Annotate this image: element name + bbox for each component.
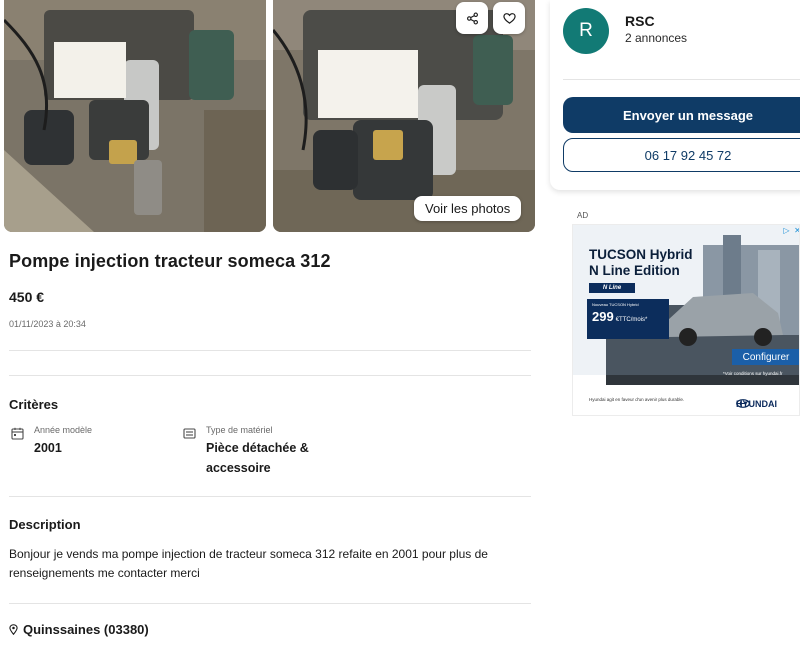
calendar-icon [11,427,24,440]
description-title: Description [9,517,81,532]
location-pin-icon [9,624,18,635]
avatar[interactable]: R [563,8,609,54]
seller-listings-count[interactable]: 2 annonces [625,31,687,45]
criteria-value: Pièce détachée & accessoire [206,441,309,475]
ad-headline: TUCSON Hybrid [589,247,693,262]
close-icon[interactable]: ✕ [793,226,799,235]
location-text: Quinssaines (03380) [23,622,149,637]
criteria-item-year: Année modèle 2001 [11,425,92,458]
list-icon [183,428,196,439]
ad-info-icon[interactable]: ▷ [782,226,791,235]
ad-brand: HYUNDAI [736,399,777,409]
phone-button[interactable]: 06 17 92 45 72 [563,138,800,172]
criteria-value: 2001 [34,441,62,455]
seller-name[interactable]: RSC [625,13,655,29]
listing-photo-1[interactable] [4,0,266,232]
criteria-title: Critères [9,397,59,412]
criteria-item-type: Type de matériel Pièce détachée & access… [183,425,326,478]
ad-headline: N Line Edition [589,263,680,278]
listing-price: 450 € [9,289,45,305]
ad-offer-price: 299 [592,309,614,324]
advertisement[interactable]: ▷ ✕ TUCSON Hybrid N Line Edition N Line … [572,224,800,416]
ad-offer-unit: €TTC/mois* [615,317,648,323]
ad-offer-caption: Nouveau TUCSON Hybrid [592,302,639,307]
ad-footer-text: Hyundai agit en faveur d'un avenir plus … [589,397,685,402]
send-message-button[interactable]: Envoyer un message [563,97,800,133]
divider [9,496,531,497]
share-button[interactable] [456,2,488,34]
ad-conditions: *Voir conditions sur hyundai.fr [723,371,783,376]
see-photos-button[interactable]: Voir les photos [414,196,522,221]
divider [9,350,531,351]
location[interactable]: Quinssaines (03380) [9,622,149,637]
description-text: Bonjour je vends ma pompe injection de t… [9,547,488,580]
criteria-label: Type de matériel [206,425,273,435]
divider [9,375,531,376]
heart-icon [502,12,516,24]
hyundai-logo-icon [736,399,750,408]
ad-badge: N Line [589,283,635,293]
divider [563,79,800,80]
ad-offer-box: Nouveau TUCSON Hybrid 299 €TTC/mois* [587,299,669,339]
listing-title: Pompe injection tracteur someca 312 [9,251,331,271]
ad-choices[interactable]: ▷ ✕ [782,226,799,235]
seller-card: R RSC 2 annonces Envoyer un message 06 1… [550,0,800,190]
share-icon [466,12,478,24]
ad-label: AD [577,211,589,220]
favorite-button[interactable] [493,2,525,34]
criteria-label: Année modèle [34,425,93,435]
ad-configure-button[interactable]: Configurer [732,349,799,365]
divider [9,603,531,604]
listing-date: 01/11/2023 à 20:34 [9,319,86,329]
